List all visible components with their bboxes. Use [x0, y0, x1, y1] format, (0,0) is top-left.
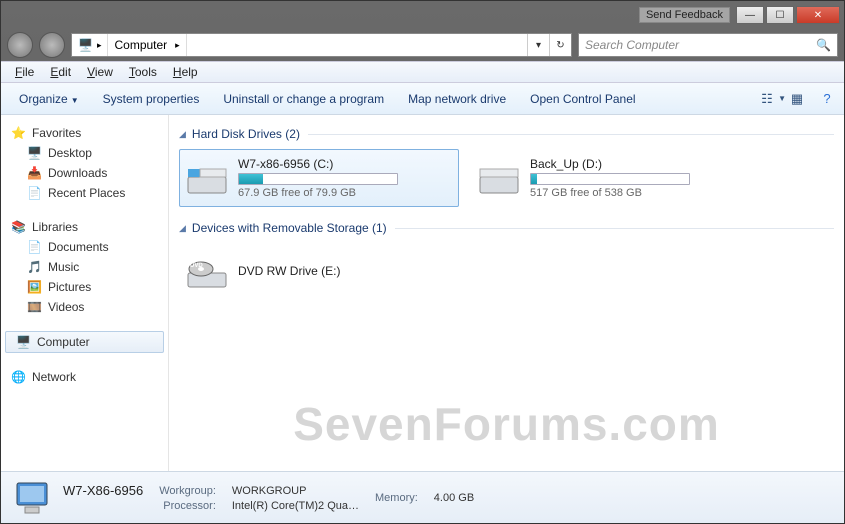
- hard-drive-icon: [478, 157, 520, 199]
- nav-row: 🖥️▸ Computer▸ ▾ ↻ Search Computer 🔍: [1, 29, 844, 61]
- search-icon: 🔍: [816, 38, 831, 52]
- maximize-button[interactable]: ☐: [766, 6, 794, 24]
- drive-c[interactable]: W7-x86-6956 (C:) 67.9 GB free of 79.9 GB: [179, 149, 459, 207]
- dvd-drive-icon: DVD: [186, 251, 228, 293]
- music-icon: 🎵: [27, 260, 42, 274]
- sidebar-item-network[interactable]: 🌐Network: [1, 367, 168, 387]
- details-pane: W7-X86-6956 Workgroup: WORKGROUP Process…: [1, 471, 844, 523]
- favorites-group[interactable]: ⭐Favorites: [1, 123, 168, 143]
- titlebar: Send Feedback — ☐ ✕: [1, 1, 844, 29]
- details-computer-name: W7-X86-6956: [63, 483, 143, 498]
- address-location: Computer: [114, 38, 167, 52]
- command-bar: Organize▼ System properties Uninstall or…: [1, 83, 844, 115]
- search-placeholder: Search Computer: [585, 38, 679, 52]
- drive-d[interactable]: Back_Up (D:) 517 GB free of 538 GB: [471, 149, 751, 207]
- drive-name: Back_Up (D:): [530, 157, 744, 171]
- address-bar[interactable]: 🖥️▸ Computer▸ ▾ ↻: [71, 33, 572, 57]
- minimize-button[interactable]: —: [736, 6, 764, 24]
- menu-help[interactable]: Help: [165, 63, 206, 81]
- watermark: SevenForums.com: [293, 397, 720, 451]
- organize-button[interactable]: Organize▼: [9, 88, 89, 110]
- desktop-icon: 🖥️: [27, 146, 42, 160]
- search-box[interactable]: Search Computer 🔍: [578, 33, 838, 57]
- recent-icon: 📄: [27, 186, 42, 200]
- details-processor-label: Processor:: [159, 500, 216, 512]
- menu-tools[interactable]: Tools: [121, 63, 165, 81]
- open-control-panel-button[interactable]: Open Control Panel: [520, 88, 645, 110]
- close-button[interactable]: ✕: [796, 6, 840, 24]
- drive-free-text: 517 GB free of 538 GB: [530, 187, 744, 199]
- details-memory-label: Memory:: [375, 492, 418, 504]
- computer-icon: 🖥️: [16, 335, 31, 349]
- star-icon: ⭐: [11, 126, 26, 140]
- libraries-group[interactable]: 📚Libraries: [1, 217, 168, 237]
- computer-icon: [11, 477, 53, 519]
- sidebar-item-videos[interactable]: 🎞️Videos: [1, 297, 168, 317]
- content-pane: ◢ Hard Disk Drives (2) W7-x86-6956 (C:) …: [169, 115, 844, 471]
- map-network-drive-button[interactable]: Map network drive: [398, 88, 516, 110]
- collapse-triangle-icon: ◢: [179, 223, 186, 234]
- details-processor-value: Intel(R) Core(TM)2 Qua…: [232, 500, 359, 512]
- details-workgroup-value: WORKGROUP: [232, 485, 359, 497]
- sidebar-item-recent[interactable]: 📄Recent Places: [1, 183, 168, 203]
- drive-free-text: 67.9 GB free of 79.9 GB: [238, 187, 452, 199]
- network-icon: 🌐: [11, 370, 26, 384]
- drive-name: DVD RW Drive (E:): [238, 264, 452, 278]
- documents-icon: 📄: [27, 240, 42, 254]
- navigation-pane: ⭐Favorites 🖥️Desktop 📥Downloads 📄Recent …: [1, 115, 169, 471]
- explorer-window: Send Feedback — ☐ ✕ 🖥️▸ Computer▸ ▾ ↻ Se…: [0, 0, 845, 524]
- back-button[interactable]: [7, 32, 33, 58]
- computer-icon: 🖥️: [78, 38, 93, 52]
- help-button[interactable]: ?: [818, 90, 836, 108]
- send-feedback-link[interactable]: Send Feedback: [639, 7, 730, 23]
- hard-drive-icon: [186, 157, 228, 199]
- drive-e[interactable]: DVD DVD RW Drive (E:): [179, 243, 459, 301]
- forward-button[interactable]: [39, 32, 65, 58]
- pictures-icon: 🖼️: [27, 280, 42, 294]
- svg-text:DVD: DVD: [190, 263, 203, 269]
- refresh-button[interactable]: ↻: [549, 34, 571, 56]
- system-properties-button[interactable]: System properties: [93, 88, 210, 110]
- preview-pane-button[interactable]: ▦: [788, 90, 806, 108]
- menu-edit[interactable]: Edit: [42, 63, 79, 81]
- usage-bar: [530, 173, 690, 185]
- sidebar-item-documents[interactable]: 📄Documents: [1, 237, 168, 257]
- downloads-icon: 📥: [27, 166, 42, 180]
- details-workgroup-label: Workgroup:: [159, 485, 216, 497]
- address-history-button[interactable]: ▾: [527, 34, 549, 56]
- uninstall-program-button[interactable]: Uninstall or change a program: [213, 88, 394, 110]
- videos-icon: 🎞️: [27, 300, 42, 314]
- menu-view[interactable]: View: [79, 63, 121, 81]
- menu-file[interactable]: File: [7, 63, 42, 81]
- sidebar-item-computer[interactable]: 🖥️Computer: [5, 331, 164, 353]
- section-hard-disk-drives[interactable]: ◢ Hard Disk Drives (2): [179, 127, 834, 141]
- collapse-triangle-icon: ◢: [179, 129, 186, 140]
- usage-bar: [238, 173, 398, 185]
- section-removable-storage[interactable]: ◢ Devices with Removable Storage (1): [179, 221, 834, 235]
- details-memory-value: 4.00 GB: [434, 492, 474, 504]
- sidebar-item-desktop[interactable]: 🖥️Desktop: [1, 143, 168, 163]
- drive-name: W7-x86-6956 (C:): [238, 157, 452, 171]
- menu-bar: File Edit View Tools Help: [1, 61, 844, 83]
- sidebar-item-music[interactable]: 🎵Music: [1, 257, 168, 277]
- sidebar-item-pictures[interactable]: 🖼️Pictures: [1, 277, 168, 297]
- libraries-icon: 📚: [11, 220, 26, 234]
- sidebar-item-downloads[interactable]: 📥Downloads: [1, 163, 168, 183]
- change-view-button[interactable]: ☷▼: [758, 90, 776, 108]
